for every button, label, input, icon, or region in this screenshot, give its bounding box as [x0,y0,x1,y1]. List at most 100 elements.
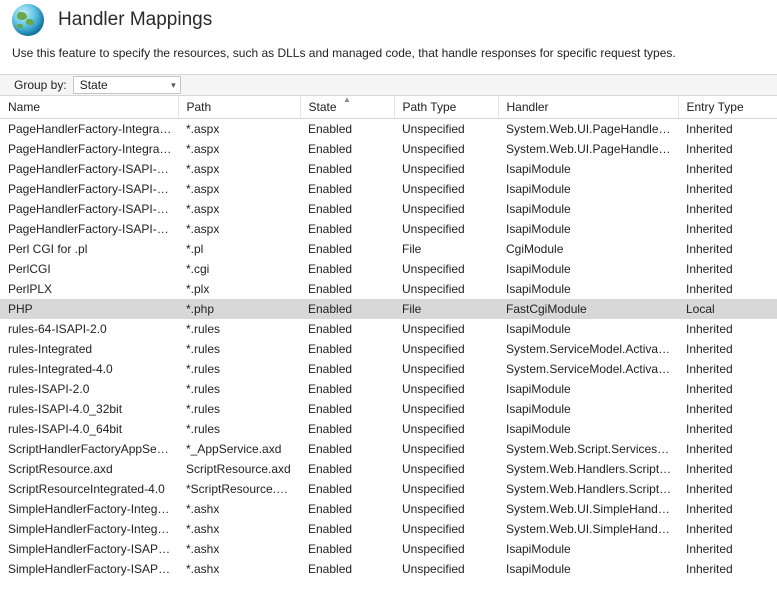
cell-pathtype: Unspecified [394,339,498,359]
cell-name: PageHandlerFactory-ISAPI-2.0 [0,159,178,179]
cell-pathtype: Unspecified [394,219,498,239]
sort-asc-icon: ▲ [343,96,351,104]
cell-handler: IsapiModule [498,279,678,299]
column-header-name[interactable]: Name [0,96,178,119]
cell-entrytype: Inherited [678,199,777,219]
table-row[interactable]: PageHandlerFactory-Integrate...*.aspxEna… [0,139,777,159]
cell-state: Enabled [300,479,394,499]
cell-pathtype: Unspecified [394,119,498,139]
cell-entrytype: Inherited [678,179,777,199]
cell-state: Enabled [300,519,394,539]
cell-name: Perl CGI for .pl [0,239,178,259]
cell-handler: System.Web.Handlers.ScriptR... [498,459,678,479]
table-row[interactable]: ScriptResourceIntegrated-4.0*ScriptResou… [0,479,777,499]
table-row[interactable]: SimpleHandlerFactory-Integra...*.ashxEna… [0,499,777,519]
cell-state: Enabled [300,539,394,559]
cell-path: *.aspx [178,119,300,139]
cell-state: Enabled [300,139,394,159]
cell-path: *.rules [178,319,300,339]
cell-handler: System.Web.UI.SimpleHandle... [498,519,678,539]
table-row[interactable]: ScriptHandlerFactoryAppServi...*_AppServ… [0,439,777,459]
cell-entrytype: Inherited [678,519,777,539]
table-row[interactable]: rules-Integrated*.rulesEnabledUnspecifie… [0,339,777,359]
cell-state: Enabled [300,219,394,239]
table-row[interactable]: rules-ISAPI-4.0_32bit*.rulesEnabledUnspe… [0,399,777,419]
table-row[interactable]: PHP*.phpEnabledFileFastCgiModuleLocal [0,299,777,319]
column-header-pathtype[interactable]: Path Type [394,96,498,119]
cell-pathtype: Unspecified [394,559,498,579]
cell-entrytype: Inherited [678,319,777,339]
table-row[interactable]: ScriptResource.axdScriptResource.axdEnab… [0,459,777,479]
page-description: Use this feature to specify the resource… [0,44,777,74]
group-by-select[interactable]: State ▾ [73,76,181,94]
cell-entrytype: Inherited [678,419,777,439]
cell-entrytype: Inherited [678,259,777,279]
cell-pathtype: Unspecified [394,199,498,219]
cell-path: *.rules [178,359,300,379]
cell-path: *.ashx [178,519,300,539]
cell-name: rules-Integrated [0,339,178,359]
cell-path: *.aspx [178,159,300,179]
cell-state: Enabled [300,419,394,439]
cell-pathtype: Unspecified [394,179,498,199]
cell-handler: IsapiModule [498,559,678,579]
table-row[interactable]: PageHandlerFactory-ISAPI-2.0*.aspxEnable… [0,159,777,179]
cell-path: *.ashx [178,499,300,519]
cell-pathtype: Unspecified [394,419,498,439]
table-row[interactable]: PageHandlerFactory-Integrated*.aspxEnabl… [0,119,777,139]
cell-path: *.rules [178,399,300,419]
table-row[interactable]: PageHandlerFactory-ISAPI-4.0...*.aspxEna… [0,199,777,219]
cell-path: *.aspx [178,219,300,239]
cell-handler: FastCgiModule [498,299,678,319]
cell-state: Enabled [300,439,394,459]
cell-handler: System.Web.Handlers.ScriptR... [498,479,678,499]
table-row[interactable]: rules-Integrated-4.0*.rulesEnabledUnspec… [0,359,777,379]
table-row[interactable]: SimpleHandlerFactory-ISAPI-2.0*.ashxEnab… [0,539,777,559]
column-header-handler[interactable]: Handler [498,96,678,119]
table-row[interactable]: rules-ISAPI-2.0*.rulesEnabledUnspecified… [0,379,777,399]
cell-pathtype: Unspecified [394,139,498,159]
table-row[interactable]: PageHandlerFactory-ISAPI-2.0...*.aspxEna… [0,179,777,199]
cell-state: Enabled [300,319,394,339]
cell-name: PageHandlerFactory-Integrated [0,119,178,139]
table-row[interactable]: rules-64-ISAPI-2.0*.rulesEnabledUnspecif… [0,319,777,339]
cell-path: *.aspx [178,179,300,199]
table-row[interactable]: SimpleHandlerFactory-Integra...*.ashxEna… [0,519,777,539]
cell-state: Enabled [300,199,394,219]
cell-state: Enabled [300,399,394,419]
cell-entrytype: Inherited [678,559,777,579]
column-header-entrytype[interactable]: Entry Type [678,96,777,119]
cell-pathtype: Unspecified [394,359,498,379]
cell-name: PageHandlerFactory-ISAPI-4.0... [0,199,178,219]
group-by-bar: Group by: State ▾ [0,74,777,96]
cell-handler: IsapiModule [498,419,678,439]
cell-name: rules-ISAPI-4.0_32bit [0,399,178,419]
table-row[interactable]: SimpleHandlerFactory-ISAPI-2...*.ashxEna… [0,559,777,579]
cell-name: SimpleHandlerFactory-Integra... [0,499,178,519]
cell-handler: System.Web.UI.PageHandlerF... [498,139,678,159]
table-row[interactable]: Perl CGI for .pl*.plEnabledFileCgiModule… [0,239,777,259]
cell-handler: IsapiModule [498,159,678,179]
column-header-path[interactable]: Path [178,96,300,119]
cell-handler: IsapiModule [498,179,678,199]
table-row[interactable]: PerlCGI*.cgiEnabledUnspecifiedIsapiModul… [0,259,777,279]
cell-state: Enabled [300,459,394,479]
cell-pathtype: Unspecified [394,159,498,179]
column-header-state[interactable]: ▲State [300,96,394,119]
cell-name: SimpleHandlerFactory-Integra... [0,519,178,539]
cell-pathtype: Unspecified [394,439,498,459]
cell-entrytype: Inherited [678,279,777,299]
cell-handler: IsapiModule [498,379,678,399]
table-row[interactable]: PageHandlerFactory-ISAPI-4.0...*.aspxEna… [0,219,777,239]
cell-entrytype: Inherited [678,459,777,479]
cell-entrytype: Inherited [678,439,777,459]
cell-path: *.pl [178,239,300,259]
cell-path: *.php [178,299,300,319]
cell-handler: IsapiModule [498,219,678,239]
table-row[interactable]: rules-ISAPI-4.0_64bit*.rulesEnabledUnspe… [0,419,777,439]
cell-path: *.ashx [178,539,300,559]
cell-name: PageHandlerFactory-Integrate... [0,139,178,159]
table-row[interactable]: PerlPLX*.plxEnabledUnspecifiedIsapiModul… [0,279,777,299]
cell-path: *.aspx [178,199,300,219]
cell-name: ScriptResourceIntegrated-4.0 [0,479,178,499]
